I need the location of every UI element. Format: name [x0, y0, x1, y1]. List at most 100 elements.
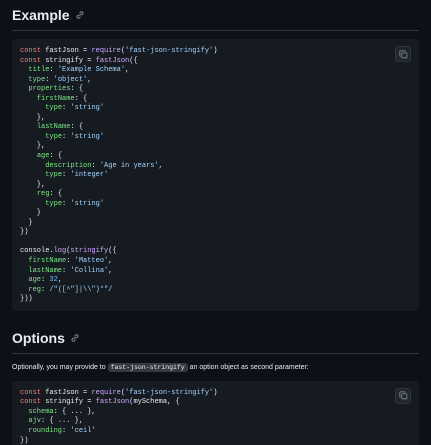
code-token: 'string' [70, 132, 105, 141]
code-line: age: 32, [20, 276, 411, 286]
code-token: 'Age in years' [99, 161, 159, 170]
code-token: type [28, 75, 46, 84]
code-line: properties: { [20, 85, 411, 95]
code-token: const [20, 56, 46, 65]
code-token: fastJson = [45, 47, 92, 55]
code-token: : { ... }, [53, 407, 96, 416]
code-token: reg [28, 285, 42, 294]
link-icon-graphic [71, 334, 79, 342]
code-block-example: const fastJson = require('fast-json-stri… [12, 39, 419, 311]
code-token: rounding [28, 426, 63, 435]
section-title-options: Options [12, 329, 65, 346]
code-line: }, [20, 114, 411, 124]
code-token: properties [28, 85, 71, 94]
code-token: 32 [49, 276, 58, 285]
code-token: 'Collina' [70, 266, 109, 275]
code-line: firstName: { [20, 95, 411, 105]
code-line: reg: { [20, 190, 411, 200]
code-line: type: 'integer' [20, 171, 411, 181]
code-line: lastName: 'Collina', [20, 267, 411, 277]
code-line: }, [20, 142, 411, 152]
code-token: fastJson [95, 398, 130, 407]
code-line: type: 'string' [20, 133, 411, 143]
code-token: : { [70, 123, 84, 132]
code-token: const [20, 388, 46, 397]
link-icon-graphic [76, 11, 84, 19]
code-block-options: const fastJson = require('fast-json-stri… [12, 380, 419, 445]
code-token: : { [70, 85, 84, 94]
code-token: 'string' [70, 104, 105, 113]
section-heading-example: Example [0, 0, 431, 28]
code-token: require [91, 47, 121, 55]
code-token: log [53, 247, 67, 256]
code-token: , [125, 66, 130, 75]
heading-divider [12, 30, 419, 31]
code-token: firstName [28, 257, 67, 266]
code-example: const fastJson = require('fast-json-stri… [20, 47, 411, 305]
code-token: : [91, 161, 100, 170]
code-token: type [45, 132, 63, 141]
code-line: firstName: 'Matteo', [20, 257, 411, 267]
options-description: Optionally, you may provide to fast-json… [12, 362, 419, 373]
code-options: const fastJson = require('fast-json-stri… [20, 389, 411, 445]
code-token: console. [20, 247, 54, 256]
code-line: const fastJson = require('fast-json-stri… [20, 47, 411, 57]
code-line: schema: { ... }, [20, 408, 411, 418]
copy-button[interactable] [395, 387, 411, 404]
code-line: } [20, 209, 411, 219]
link-icon[interactable] [70, 333, 80, 343]
code-token: ajv [28, 417, 42, 426]
code-line: type: 'object', [20, 76, 411, 86]
code-line: })) [20, 295, 411, 305]
code-line: const stringify = fastJson(mySchema, { [20, 398, 411, 408]
code-token: }) [20, 228, 29, 237]
code-token: fastJson [95, 56, 130, 65]
code-token: : [49, 66, 58, 75]
code-line: title: 'Example Schema', [20, 66, 411, 76]
copy-icon [398, 391, 407, 400]
code-line: }, [20, 181, 411, 191]
code-token: })) [20, 295, 33, 304]
code-token: 'string' [70, 199, 105, 208]
code-token: lastName [28, 266, 63, 275]
code-line: rounding: 'ceil' [20, 427, 411, 437]
code-token: lastName [36, 123, 71, 132]
copy-button[interactable] [395, 46, 411, 62]
code-token: firstName [36, 94, 75, 103]
code-token: , [108, 266, 113, 275]
code-line: description: 'Age in years', [20, 162, 411, 172]
code-token: age [28, 276, 42, 285]
readme-page: Example const fastJson = require('fast-j… [0, 0, 431, 445]
code-token: const [20, 47, 46, 55]
link-icon[interactable] [75, 10, 85, 20]
code-token: const [20, 398, 46, 407]
code-token: , [108, 257, 113, 266]
code-token: : { [49, 190, 63, 199]
code-token: ({ [129, 56, 138, 65]
code-line: type: 'string' [20, 104, 411, 114]
code-line: lastName: { [20, 123, 411, 133]
code-token: age [36, 152, 50, 161]
code-token: stringify [70, 247, 109, 256]
code-line: console.log(stringify({ [20, 247, 411, 257]
code-token: } [20, 218, 33, 227]
code-line: reg: /"([^"]|\\")*"/ [20, 286, 411, 296]
code-token: 'fast-json-stringify' [125, 388, 214, 397]
code-token: ({ [108, 247, 117, 256]
code-line: const stringify = fastJson({ [20, 57, 411, 67]
code-token: 'Matteo' [74, 257, 109, 266]
code-token: title [28, 66, 50, 75]
code-token: /"([^"]|\\")*"/ [49, 285, 113, 294]
code-token: } [20, 209, 42, 218]
code-token: , [87, 75, 92, 84]
code-line: }) [20, 228, 411, 238]
copy-icon [398, 49, 407, 58]
code-token: : { [74, 94, 88, 103]
